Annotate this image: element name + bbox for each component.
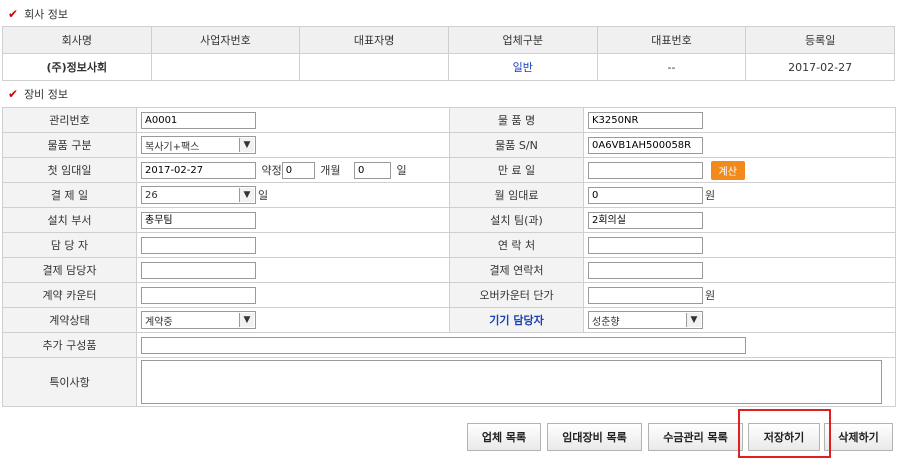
equip-section-label: 장비 정보 xyxy=(24,88,69,101)
status-value: 계약중 xyxy=(145,316,173,328)
contract-label: 약정 xyxy=(261,164,282,177)
serial-input[interactable]: 0A6VB1AH500058R xyxy=(588,136,703,154)
cell-company-name: (주)정보사회 xyxy=(2,53,152,81)
equip-info-table: 관리번호 A0001 물 품 명 K3250NR 물품 구분 복사기+팩스 ▼ 물… xyxy=(2,107,896,407)
label-manager: 담 당 자 xyxy=(2,232,137,258)
delete-button[interactable]: 삭제하기 xyxy=(824,423,893,451)
company-section-title: ✔ 회사 정보 xyxy=(8,6,68,22)
header-business-no: 사업자번호 xyxy=(150,26,301,54)
label-device-manager: 기기 담당자 xyxy=(449,307,584,333)
rental-list-button[interactable]: 임대장비 목록 xyxy=(547,423,642,451)
payday-value: 26 xyxy=(145,189,158,201)
cell-company-type[interactable]: 일반 xyxy=(447,53,598,81)
save-highlight-box xyxy=(738,409,831,458)
company-list-button[interactable]: 업체 목록 xyxy=(467,423,541,451)
extra-input[interactable] xyxy=(141,336,746,354)
category-select[interactable]: 복사기+팩스 ▼ xyxy=(141,136,256,154)
label-pay-manager: 결제 담당자 xyxy=(2,257,137,283)
cell-register-date: 2017-02-27 xyxy=(745,53,895,81)
manager-input[interactable] xyxy=(141,236,256,254)
label-status: 계약상태 xyxy=(2,307,137,333)
install-team-input[interactable]: 2회의실 xyxy=(588,211,703,229)
label-over-counter: 오버카운터 단가 xyxy=(449,282,584,308)
label-monthly-fee: 월 임대료 xyxy=(449,182,584,208)
contract-months-input[interactable]: 0 xyxy=(281,161,315,179)
over-counter-input[interactable] xyxy=(588,286,703,304)
install-dept-input[interactable]: 총무팀 xyxy=(141,211,256,229)
counter-input[interactable] xyxy=(141,286,256,304)
label-category: 물품 구분 xyxy=(2,132,137,158)
chevron-down-icon: ▼ xyxy=(686,313,701,327)
label-expire: 만 료 일 xyxy=(449,157,584,183)
won-unit: 원 xyxy=(705,289,716,302)
header-register-date: 등록일 xyxy=(745,26,895,54)
days-unit: 일 xyxy=(396,164,407,177)
company-section-label: 회사 정보 xyxy=(24,8,69,21)
label-product-name: 물 품 명 xyxy=(449,107,584,133)
category-value: 복사기+팩스 xyxy=(145,141,200,153)
status-select[interactable]: 계약중 ▼ xyxy=(141,311,256,329)
monthly-fee-input[interactable]: 0 xyxy=(588,186,703,204)
device-manager-value: 성춘향 xyxy=(592,316,620,328)
label-contact: 연 락 처 xyxy=(449,232,584,258)
cell-main-phone: -- xyxy=(596,53,747,81)
header-company-type: 업체구분 xyxy=(447,26,598,54)
first-rent-input[interactable]: 2017-02-27 xyxy=(141,161,256,179)
label-pay-contact: 결제 연락처 xyxy=(449,257,584,283)
pay-contact-input[interactable] xyxy=(588,261,703,279)
label-first-rent: 첫 임대일 xyxy=(2,157,137,183)
contact-input[interactable] xyxy=(588,236,703,254)
label-serial: 물품 S/N xyxy=(449,132,584,158)
header-company-name: 회사명 xyxy=(2,26,152,54)
chevron-down-icon: ▼ xyxy=(239,188,254,202)
chevron-down-icon: ▼ xyxy=(239,313,254,327)
months-unit: 개월 xyxy=(320,164,341,177)
check-icon: ✔ xyxy=(8,7,19,21)
product-name-input[interactable]: K3250NR xyxy=(588,111,703,129)
company-info-table: 회사명 사업자번호 대표자명 업체구분 대표번호 등록일 (주)정보사회 일반 … xyxy=(2,26,895,81)
cell-business-no xyxy=(150,53,301,81)
label-payday: 결 제 일 xyxy=(2,182,137,208)
expire-input[interactable] xyxy=(588,161,703,179)
pay-manager-input[interactable] xyxy=(141,261,256,279)
label-counter: 계약 카운터 xyxy=(2,282,137,308)
calc-button[interactable]: 계산 xyxy=(710,160,745,180)
cell-ceo-name xyxy=(299,53,449,81)
header-ceo-name: 대표자명 xyxy=(299,26,449,54)
equip-section-title: ✔ 장비 정보 xyxy=(8,86,68,102)
label-install-team: 설치 팀(과) xyxy=(449,207,584,233)
payday-select[interactable]: 26 ▼ xyxy=(141,186,256,204)
chevron-down-icon: ▼ xyxy=(239,138,254,152)
label-mgmt-no: 관리번호 xyxy=(2,107,137,133)
payday-unit: 일 xyxy=(258,189,269,202)
notes-textarea[interactable] xyxy=(141,360,882,404)
label-install-dept: 설치 부서 xyxy=(2,207,137,233)
contract-days-input[interactable]: 0 xyxy=(354,161,391,179)
header-main-phone: 대표번호 xyxy=(596,26,747,54)
mgmt-no-input[interactable]: A0001 xyxy=(141,111,256,129)
won-unit: 원 xyxy=(705,189,716,202)
label-notes: 특이사항 xyxy=(2,357,137,407)
check-icon: ✔ xyxy=(8,87,19,101)
device-manager-select[interactable]: 성춘향 ▼ xyxy=(588,311,703,329)
label-extra: 추가 구성품 xyxy=(2,332,137,358)
collection-list-button[interactable]: 수금관리 목록 xyxy=(648,423,743,451)
